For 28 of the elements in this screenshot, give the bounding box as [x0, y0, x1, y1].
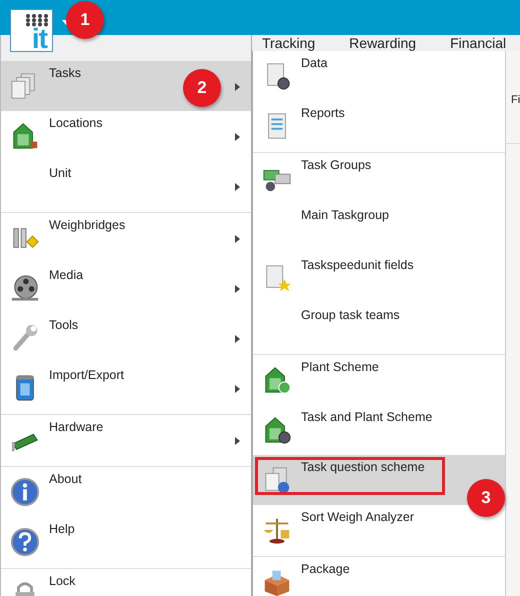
ribbon-tab[interactable]: Tracking [262, 35, 316, 51]
submenu-item[interactable]: Task Groups [253, 153, 505, 203]
film-reel-icon [10, 273, 40, 303]
dot-grid-icon [25, 13, 49, 27]
menu-item[interactable]: Weighbridges [1, 213, 251, 263]
menu-item[interactable]: Unit [1, 161, 251, 211]
ribbon-tab[interactable]: Financial [450, 35, 506, 51]
menu-item[interactable]: About [1, 467, 251, 517]
submenu-item[interactable]: Package [253, 557, 505, 596]
info-icon [10, 477, 40, 507]
menu-item[interactable]: Tools [1, 313, 251, 363]
ribbon-tab[interactable]: Rewarding [349, 35, 416, 51]
submenu-item[interactable]: Data [253, 51, 505, 101]
menu-item[interactable]: Import/Export [1, 363, 251, 413]
submenu-item[interactable]: Main Taskgroup [253, 203, 505, 253]
help-icon [10, 527, 40, 557]
partial-label: Fi [511, 94, 520, 106]
submenu-item[interactable]: Reports [253, 101, 505, 151]
submenu-item[interactable]: Plant Scheme [253, 355, 505, 405]
logo-text: it [32, 27, 47, 51]
menu-item[interactable]: Locations [1, 111, 251, 161]
menu-item[interactable]: Hardware [1, 415, 251, 465]
menu-item[interactable]: Lock [1, 569, 251, 596]
menu-item[interactable]: Help [1, 517, 251, 567]
submenu-item[interactable]: Task and Plant Scheme [253, 405, 505, 455]
menu-item[interactable]: Media [1, 263, 251, 313]
submenu-item[interactable]: Group task teams [253, 303, 505, 353]
submenu-item[interactable]: Taskspeedunit fields [253, 253, 505, 303]
